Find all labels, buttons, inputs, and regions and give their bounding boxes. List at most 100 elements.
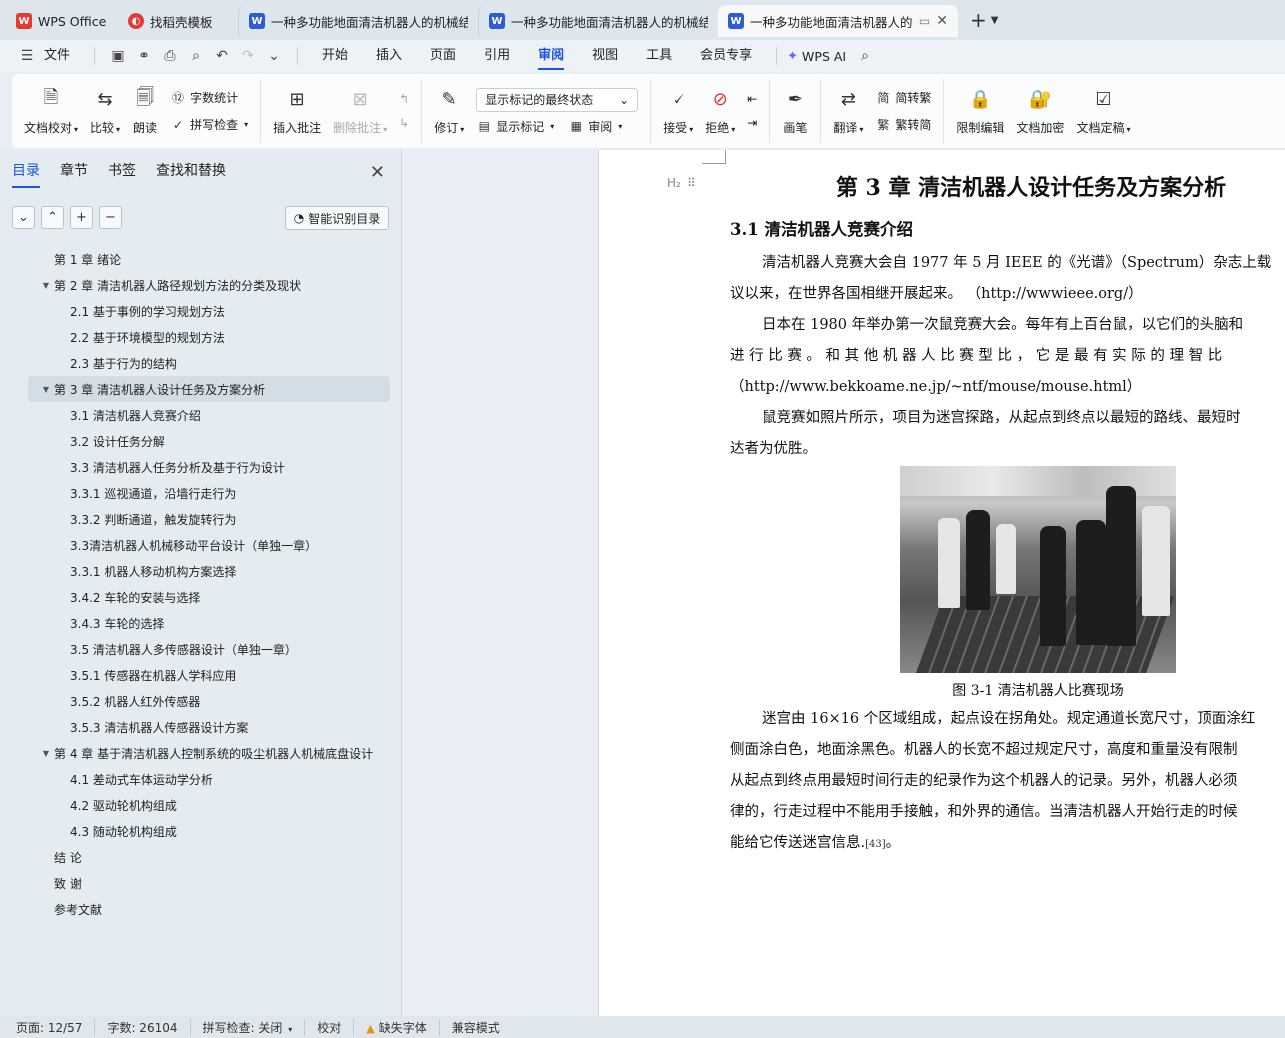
nav-tab-bookmarks[interactable]: 书签: [108, 160, 136, 188]
hamburger-icon[interactable]: ☰: [14, 44, 40, 68]
toc-item[interactable]: 4.2 驱动轮机构组成: [28, 792, 390, 818]
show-markup-button[interactable]: ▤ 显示标记 ▾: [476, 118, 555, 135]
expand-triangle-icon[interactable]: ▼: [38, 749, 54, 758]
remove-heading-icon[interactable]: −: [99, 206, 122, 229]
document-page[interactable]: H₂ ⠿ 第 3 章 清洁机器人设计任务及方案分析 3.1 清洁机器人竞赛介绍 …: [598, 150, 1285, 1016]
read-aloud-button[interactable]: 🗐 朗读: [126, 80, 164, 142]
status-spell-check[interactable]: 拼写检查: 关闭 ▾: [203, 1018, 306, 1036]
collapse-up-icon[interactable]: ⌃: [41, 206, 64, 229]
collapse-down-icon[interactable]: ⌄: [12, 206, 35, 229]
to-traditional-button[interactable]: 简 简转繁: [875, 89, 931, 106]
status-page[interactable]: 页面: 12/57: [16, 1018, 96, 1036]
share-icon[interactable]: ⚭: [131, 44, 157, 68]
toc-item[interactable]: 第 1 章 绪论: [28, 246, 390, 272]
toc-item[interactable]: 3.1 清洁机器人竞赛介绍: [28, 402, 390, 428]
tab-document-1[interactable]: W 一种多功能地面清洁机器人的机械结: [238, 5, 478, 37]
toc-item[interactable]: 3.3 清洁机器人任务分析及基于行为设计: [28, 454, 390, 480]
restrict-edit-button[interactable]: 🔒 限制编辑: [950, 80, 1010, 142]
doc-check-button[interactable]: 🗎 文档校对 ▾: [18, 80, 84, 142]
spell-check-button[interactable]: ✓ 拼写检查 ▾: [170, 116, 248, 133]
print-icon[interactable]: ⎙: [157, 44, 183, 68]
word-count-button[interactable]: ⑫ 字数统计: [170, 89, 248, 106]
toc-item[interactable]: 3.3.2 判断通道，触发旋转行为: [28, 506, 390, 532]
menu-insert[interactable]: 插入: [362, 40, 416, 72]
toc-item[interactable]: 2.3 基于行为的结构: [28, 350, 390, 376]
close-icon[interactable]: ✕: [370, 162, 385, 183]
nav-tab-toc[interactable]: 目录: [12, 160, 40, 188]
menu-page[interactable]: 页面: [416, 40, 470, 72]
tab-daoke-templates[interactable]: ◐ 找稻壳模板: [118, 5, 238, 37]
toc-item[interactable]: 3.5.2 机器人红外传感器: [28, 688, 390, 714]
tab-wps-office[interactable]: W WPS Office: [6, 5, 118, 37]
document-area[interactable]: H₂ ⠿ 第 3 章 清洁机器人设计任务及方案分析 3.1 清洁机器人竞赛介绍 …: [403, 150, 1285, 1016]
expand-triangle-icon[interactable]: ▼: [38, 281, 54, 290]
menu-start[interactable]: 开始: [308, 40, 362, 72]
accept-button[interactable]: 🗸 接受 ▾: [657, 80, 699, 142]
menu-file[interactable]: 文件: [40, 40, 84, 72]
toc-item[interactable]: 2.1 基于事例的学习规划方法: [28, 298, 390, 324]
expand-triangle-icon[interactable]: ▼: [38, 385, 54, 394]
toc-item[interactable]: ▼ 第 3 章 清洁机器人设计任务及方案分析: [28, 376, 390, 402]
toc-item[interactable]: ▼ 第 4 章 基于清洁机器人控制系统的吸尘机器人机械底盘设计: [28, 740, 390, 766]
menu-tools[interactable]: 工具: [632, 40, 686, 72]
menu-references[interactable]: 引用: [470, 40, 524, 72]
finalize-button[interactable]: ☑ 文档定稿 ▾: [1070, 80, 1136, 142]
toc-item[interactable]: 参考文献: [28, 896, 390, 922]
nav-tab-find-replace[interactable]: 查找和替换: [156, 160, 226, 188]
toc-item[interactable]: 3.3.1 机器人移动机构方案选择: [28, 558, 390, 584]
chevron-down-icon[interactable]: ⌄: [261, 44, 287, 68]
toc-item[interactable]: 3.3.1 巡视通道，沿墙行走行为: [28, 480, 390, 506]
citation-ref[interactable]: [43]: [865, 839, 886, 850]
toc-item[interactable]: 3.5.1 传感器在机器人学科应用: [28, 662, 390, 688]
translate-button[interactable]: ⇄ 翻译 ▾: [827, 80, 869, 142]
toc-item[interactable]: 结 论: [28, 844, 390, 870]
next-comment-icon[interactable]: ↳: [399, 116, 409, 130]
tab-document-2[interactable]: W 一种多功能地面清洁机器人的机械结: [478, 5, 718, 37]
save-icon[interactable]: ▣: [105, 44, 131, 68]
drag-handle-icon[interactable]: ⠿: [687, 176, 696, 190]
undo-icon[interactable]: ↶: [209, 44, 235, 68]
menu-review[interactable]: 审阅: [524, 40, 578, 72]
menu-wps-ai[interactable]: WPS AI: [802, 49, 846, 64]
toc-item[interactable]: 3.2 设计任务分解: [28, 428, 390, 454]
smart-toc-button[interactable]: ◔ 智能识别目录: [285, 206, 389, 230]
toc-item[interactable]: 3.5.3 清洁机器人传感器设计方案: [28, 714, 390, 740]
print-preview-icon[interactable]: ⌕: [183, 44, 209, 68]
toc-item[interactable]: 4.3 随动轮机构组成: [28, 818, 390, 844]
new-tab-icon[interactable]: +: [970, 8, 987, 32]
toc-item[interactable]: 3.4.2 车轮的安装与选择: [28, 584, 390, 610]
toc-item[interactable]: 致 谢: [28, 870, 390, 896]
close-icon[interactable]: ✕: [936, 13, 948, 29]
menu-view[interactable]: 视图: [578, 40, 632, 72]
status-word-count[interactable]: 字数: 26104: [107, 1018, 191, 1036]
add-heading-icon[interactable]: +: [70, 206, 93, 229]
markup-display-select[interactable]: 显示标记的最终状态 ⌄: [476, 87, 639, 112]
menu-member[interactable]: 会员专享: [686, 40, 766, 72]
next-change-icon[interactable]: ⇥: [747, 116, 757, 130]
chevron-down-icon[interactable]: ▼: [991, 15, 999, 26]
heading-level-marker[interactable]: H₂: [667, 176, 681, 190]
status-missing-font[interactable]: ▲ 缺失字体: [366, 1018, 440, 1036]
toc-item[interactable]: 2.2 基于环境模型的规划方法: [28, 324, 390, 350]
nav-tab-sections[interactable]: 章节: [60, 160, 88, 188]
encrypt-button[interactable]: 🔐 文档加密: [1010, 80, 1070, 142]
delete-comment-button[interactable]: ⊠ 删除批注 ▾: [327, 80, 393, 142]
previous-comment-icon[interactable]: ↰: [399, 92, 409, 106]
toc-item[interactable]: 3.3清洁机器人机械移动平台设计（单独一章）: [28, 532, 390, 558]
monitor-icon[interactable]: ▭: [919, 14, 930, 28]
toc-item[interactable]: 3.4.3 车轮的选择: [28, 610, 390, 636]
redo-icon[interactable]: ↷: [235, 44, 261, 68]
toc-item[interactable]: ▼ 第 2 章 清洁机器人路径规划方法的分类及现状: [28, 272, 390, 298]
pen-button[interactable]: ✒ 画笔: [776, 80, 814, 142]
insert-comment-button[interactable]: ⊞ 插入批注: [267, 80, 327, 142]
search-icon[interactable]: ⌕: [852, 44, 878, 68]
revise-button[interactable]: ✎ 修订 ▾: [428, 80, 470, 142]
review-pane-button[interactable]: ▦ 审阅 ▾: [568, 118, 623, 135]
toc-item[interactable]: 4.1 差动式车体运动学分析: [28, 766, 390, 792]
compare-button[interactable]: ⇆ 比较 ▾: [84, 80, 126, 142]
reject-button[interactable]: ⊘ 拒绝 ▾: [699, 80, 741, 142]
toc-item[interactable]: 3.5 清洁机器人多传感器设计（单独一章）: [28, 636, 390, 662]
status-proofread[interactable]: 校对: [317, 1018, 355, 1036]
to-simplified-button[interactable]: 繁 繁转简: [875, 116, 931, 133]
tab-document-active[interactable]: W 一种多功能地面清洁机器人的 ▭ ✕: [718, 5, 958, 37]
